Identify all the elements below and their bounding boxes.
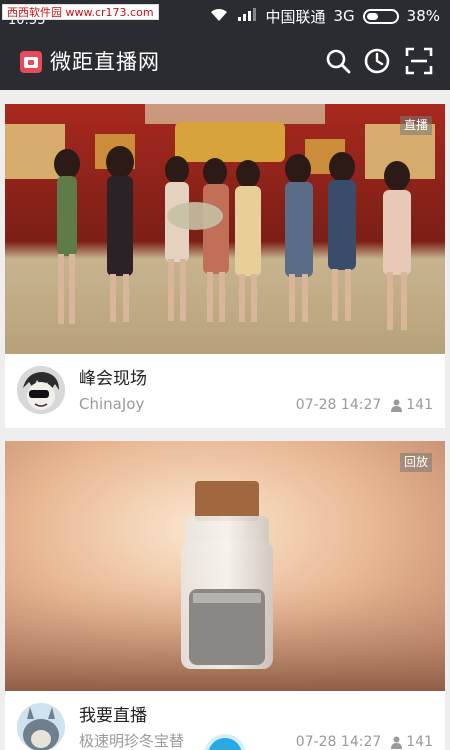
signal-icon — [237, 6, 257, 26]
battery-fill — [366, 12, 378, 20]
scan-button[interactable] — [404, 46, 434, 76]
app-title: 微距直播网 — [50, 50, 160, 74]
scan-icon — [405, 47, 433, 75]
stream-feed: 直播 峰会现场 ChinaJoy 07-28 14:27 141 回放 我要直播… — [0, 90, 450, 750]
history-icon — [364, 48, 390, 74]
stream-title: 峰会现场 — [79, 369, 147, 389]
watermark: 西西软件园 www.cr173.com — [2, 4, 159, 20]
wifi-icon — [209, 6, 229, 26]
search-button[interactable] — [323, 46, 353, 76]
live-status-badge: 直播 — [399, 116, 432, 135]
app-header: 微距直播网 — [0, 32, 450, 90]
viewer-icon — [391, 399, 403, 412]
stream-time: 07-28 14:27 — [295, 397, 382, 413]
stream-time: 07-28 14:27 — [295, 734, 382, 750]
status-bar: 10:55 西西软件园 www.cr173.com 中国联通 3G 38% — [0, 0, 450, 32]
stream-thumbnail: 回放 — [5, 441, 445, 691]
stream-thumbnail: 直播 — [5, 104, 445, 354]
stream-title: 我要直播 — [79, 706, 147, 726]
avatar — [17, 703, 65, 750]
history-button[interactable] — [362, 46, 392, 76]
replay-status-badge: 回放 — [399, 453, 432, 472]
search-icon — [326, 49, 351, 74]
stream-subtitle: 极速明珍冬宝替 — [79, 732, 185, 750]
viewer-count: 141 — [406, 734, 433, 750]
stream-card[interactable]: 直播 峰会现场 ChinaJoy 07-28 14:27 141 — [5, 104, 445, 428]
status-indicators: 中国联通 3G 38% — [209, 5, 440, 27]
battery-icon — [362, 8, 399, 24]
avatar — [17, 366, 65, 414]
network-type: 3G — [333, 7, 355, 25]
app-logo-icon — [20, 51, 42, 73]
stream-subtitle: ChinaJoy — [79, 395, 145, 413]
stream-card[interactable]: 回放 我要直播 极速明珍冬宝替 07-28 14:27 141 — [5, 441, 445, 750]
viewer-count: 141 — [406, 397, 433, 413]
stream-meta: 07-28 14:27 141 — [296, 733, 433, 750]
carrier-label: 中国联通 — [265, 7, 326, 26]
stream-info: 峰会现场 ChinaJoy 07-28 14:27 141 — [5, 354, 445, 428]
battery-percent: 38% — [406, 7, 440, 25]
stream-meta: 07-28 14:27 141 — [296, 396, 433, 414]
viewer-icon — [391, 736, 403, 749]
